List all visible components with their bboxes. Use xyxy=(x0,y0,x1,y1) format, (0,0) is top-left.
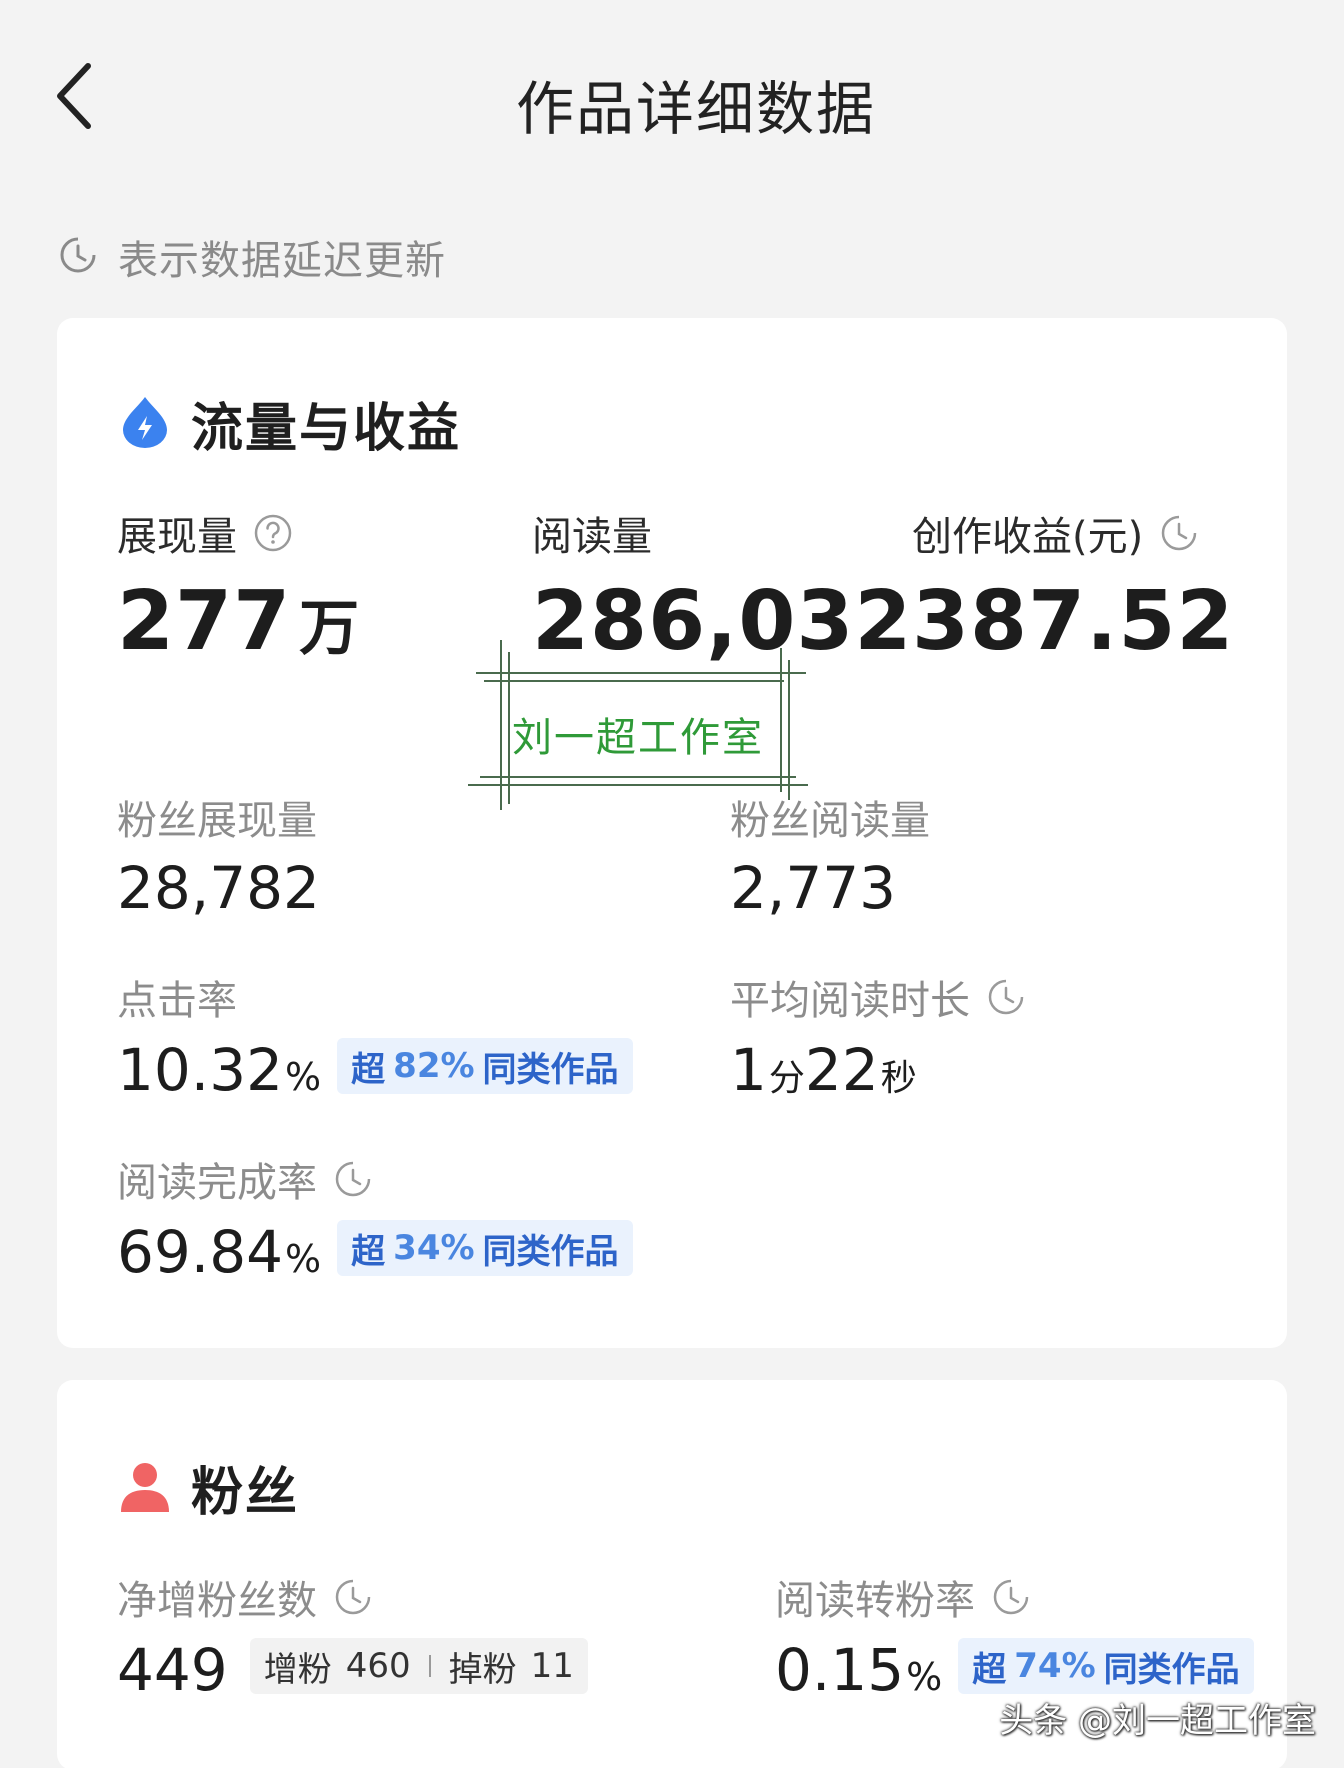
badge-suffix: 同类作品 xyxy=(1103,1649,1240,1690)
read-to-fan-rate-value: 0.15 xyxy=(775,1636,905,1704)
avg-read-time-seconds-unit: 秒 xyxy=(880,1058,917,1099)
delay-notice-text: 表示数据延迟更新 xyxy=(118,238,446,284)
badge-prefix: 超 xyxy=(351,1231,386,1272)
ctr-value-row: 10.32 % 超 82% 同类作品 xyxy=(117,1036,633,1104)
earnings-value: 387.52 xyxy=(912,574,1235,669)
gain-label: 增粉 xyxy=(263,1649,332,1690)
completion-rank-badge: 超 34% 同类作品 xyxy=(337,1220,633,1276)
ctr-label: 点击率 xyxy=(117,978,237,1024)
impressions-label: 展现量 xyxy=(117,514,237,560)
traffic-section-title: 流量与收益 xyxy=(191,399,462,459)
fan-impressions-metric: 粉丝展现量 28,782 xyxy=(117,788,320,922)
earnings-label-row: 创作收益(元) xyxy=(912,504,1234,562)
clock-icon[interactable] xyxy=(333,1159,373,1199)
impressions-metric: 展现量 277 万 xyxy=(117,504,359,669)
ctr-value: 10.32 xyxy=(117,1036,284,1104)
watermark-stamp: 刘一超工作室 xyxy=(468,640,808,810)
badge-prefix: 超 xyxy=(351,1049,386,1090)
ctr-rank-badge: 超 82% 同类作品 xyxy=(337,1038,633,1094)
avg-read-time-minutes-unit: 分 xyxy=(768,1058,805,1099)
conversion-rank-badge: 超 74% 同类作品 xyxy=(958,1638,1254,1694)
earnings-metric: 创作收益(元) 387.52 xyxy=(912,504,1234,669)
fan-reads-label: 粉丝阅读量 xyxy=(730,798,930,844)
avg-read-time-label: 平均阅读时长 xyxy=(730,978,970,1024)
fan-reads-metric: 粉丝阅读量 2,773 xyxy=(730,788,930,922)
net-fans-metric: 净增粉丝数 449 增粉 460 掉粉 11 xyxy=(117,1568,588,1704)
avg-read-time-metric: 平均阅读时长 1 分 22 秒 xyxy=(730,968,1026,1104)
avg-read-time-minutes: 1 xyxy=(730,1036,767,1104)
clock-icon[interactable] xyxy=(991,1577,1031,1617)
fan-impressions-label-row: 粉丝展现量 xyxy=(117,788,320,846)
divider xyxy=(428,1655,431,1677)
fan-reads-value: 2,773 xyxy=(730,854,897,922)
fan-impressions-value: 28,782 xyxy=(117,854,320,922)
bottom-watermark: 头条 @刘一超工作室 xyxy=(999,1701,1316,1741)
page: 作品详细数据 表示数据延迟更新 流量与收益 展现量 277 万 阅读量 286,… xyxy=(0,0,1344,1768)
fans-section-title: 粉丝 xyxy=(191,1463,300,1523)
traffic-card: 流量与收益 展现量 277 万 阅读量 286,032 创作收益(元) 387.… xyxy=(57,318,1287,1348)
avg-read-time-value-row: 1 分 22 秒 xyxy=(730,1036,1026,1104)
earnings-value-row: 387.52 xyxy=(912,574,1234,669)
completion-rate-label: 阅读完成率 xyxy=(117,1160,317,1206)
ctr-label-row: 点击率 xyxy=(117,968,633,1026)
fans-gain-loss-badge: 增粉 460 掉粉 11 xyxy=(249,1638,588,1694)
read-to-fan-rate-label: 阅读转粉率 xyxy=(775,1578,975,1624)
completion-rate-unit: % xyxy=(285,1237,322,1281)
gain-value: 460 xyxy=(345,1646,411,1686)
help-icon[interactable] xyxy=(253,513,293,553)
reads-label: 阅读量 xyxy=(532,514,652,560)
badge-percent: 82% xyxy=(393,1046,475,1086)
avg-read-time-seconds: 22 xyxy=(804,1036,879,1104)
impressions-value: 277 xyxy=(117,574,292,669)
delay-notice: 表示数据延迟更新 xyxy=(58,228,446,286)
impressions-label-row: 展现量 xyxy=(117,504,359,562)
impressions-unit: 万 xyxy=(299,594,360,664)
loss-value: 11 xyxy=(530,1646,574,1686)
badge-prefix: 超 xyxy=(972,1649,1007,1690)
badge-suffix: 同类作品 xyxy=(482,1231,619,1272)
net-fans-value-row: 449 增粉 460 掉粉 11 xyxy=(117,1636,588,1704)
completion-rate-value-row: 69.84 % 超 34% 同类作品 xyxy=(117,1218,633,1286)
loss-label: 掉粉 xyxy=(448,1649,517,1690)
completion-rate-metric: 阅读完成率 69.84 % 超 34% 同类作品 xyxy=(117,1150,633,1286)
fan-reads-label-row: 粉丝阅读量 xyxy=(730,788,930,846)
completion-rate-label-row: 阅读完成率 xyxy=(117,1150,633,1208)
badge-percent: 74% xyxy=(1014,1646,1096,1686)
net-fans-label: 净增粉丝数 xyxy=(117,1578,317,1624)
fan-impressions-value-row: 28,782 xyxy=(117,854,320,922)
watermark-stamp-text: 刘一超工作室 xyxy=(512,715,764,761)
clock-icon xyxy=(58,235,98,279)
net-fans-value: 449 xyxy=(117,1636,228,1704)
earnings-label: 创作收益(元) xyxy=(912,514,1144,560)
badge-percent: 34% xyxy=(393,1228,475,1268)
fan-impressions-label: 粉丝展现量 xyxy=(117,798,317,844)
ctr-unit: % xyxy=(285,1055,322,1099)
fan-reads-value-row: 2,773 xyxy=(730,854,930,922)
clock-icon[interactable] xyxy=(333,1577,373,1617)
reads-label-row: 阅读量 xyxy=(532,504,912,562)
lightning-drop-icon xyxy=(119,394,171,454)
read-to-fan-rate-metric: 阅读转粉率 0.15 % 超 74% 同类作品 xyxy=(775,1568,1254,1704)
net-fans-label-row: 净增粉丝数 xyxy=(117,1568,588,1626)
user-icon xyxy=(119,1458,171,1518)
clock-icon[interactable] xyxy=(986,977,1026,1017)
traffic-section-header: 流量与收益 xyxy=(119,386,461,461)
read-to-fan-rate-label-row: 阅读转粉率 xyxy=(775,1568,1254,1626)
clock-icon[interactable] xyxy=(1159,513,1199,553)
completion-rate-value: 69.84 xyxy=(117,1218,284,1286)
avg-read-time-label-row: 平均阅读时长 xyxy=(730,968,1026,1026)
impressions-value-row: 277 万 xyxy=(117,574,359,669)
page-title: 作品详细数据 xyxy=(515,75,876,143)
badge-suffix: 同类作品 xyxy=(482,1049,619,1090)
fans-section-header: 粉丝 xyxy=(119,1450,299,1525)
ctr-metric: 点击率 10.32 % 超 82% 同类作品 xyxy=(117,968,633,1104)
read-to-fan-rate-unit: % xyxy=(906,1655,943,1699)
